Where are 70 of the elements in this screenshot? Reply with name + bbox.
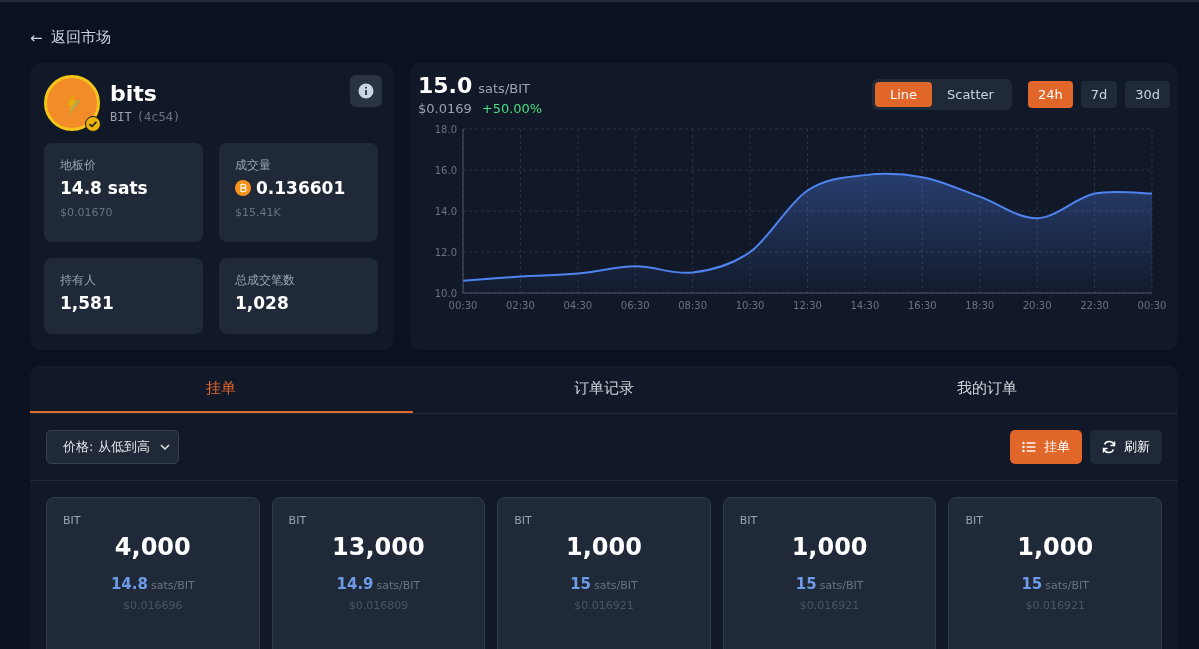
axis-label: 14:30 <box>850 300 880 311</box>
token-id: (4c54) <box>136 110 181 124</box>
axis-label: 22:30 <box>1080 300 1109 311</box>
listing-amount: 13,000 <box>332 533 425 561</box>
listing-amount: 1,000 <box>791 533 868 561</box>
refresh-button[interactable]: 刷新 <box>1090 430 1162 464</box>
axis-label: 18.0 <box>434 124 457 135</box>
axis-label: 08:30 <box>678 300 708 311</box>
price-change: +50.00% <box>481 101 543 116</box>
chart-mode-button[interactable]: Scatter <box>932 82 1009 107</box>
stat-label: 持有人 <box>60 272 97 289</box>
listing-unit: sats/BIT <box>819 579 864 592</box>
listing-ticker: BIT <box>965 514 983 527</box>
stat-label: 地板价 <box>60 157 97 174</box>
listing-price: 15 <box>795 575 817 593</box>
axis-label: 00:30 <box>448 300 478 311</box>
chevron-down-icon <box>159 444 170 450</box>
token-name: bits <box>110 81 158 106</box>
axis-label: 12.0 <box>434 247 457 258</box>
listing-amount: 1,000 <box>566 533 642 561</box>
bitcoin-icon <box>235 180 251 196</box>
axis-label: 16.0 <box>434 165 457 176</box>
tab[interactable]: 挂单 <box>30 366 413 413</box>
listing-ticker: BIT <box>514 514 532 527</box>
sort-select[interactable]: 价格: 从低到高 <box>46 430 179 464</box>
listing-unit: sats/BIT <box>594 579 638 592</box>
stat-value: 0.136601 <box>256 178 346 198</box>
info-icon <box>358 83 374 99</box>
info-button[interactable] <box>350 75 382 107</box>
axis-label: 00:30 <box>1137 300 1167 311</box>
list-icon <box>1022 441 1036 453</box>
stat-label: 总成交笔数 <box>235 272 296 289</box>
listing-price: 14.9 <box>336 575 374 593</box>
price-unit: sats/BIT <box>478 81 530 96</box>
stat-value: 1,581 <box>60 293 114 313</box>
listing-ticker: BIT <box>739 514 758 527</box>
axis-label: 18:30 <box>965 300 995 311</box>
stat-label: 成交量 <box>235 157 272 174</box>
axis-label: 04:30 <box>563 300 593 311</box>
listing-amount: 1,000 <box>1017 533 1094 561</box>
axis-label: 12:30 <box>793 300 822 311</box>
listing-price: 15 <box>570 575 592 593</box>
tab[interactable]: 我的订单 <box>795 366 1178 413</box>
listing-unit: sats/BIT <box>1045 579 1089 592</box>
stat-value: 14.8 sats <box>60 178 148 198</box>
axis-label: 10.0 <box>434 288 457 299</box>
refresh-icon <box>1102 440 1116 454</box>
range-button[interactable]: 30d <box>1125 81 1170 108</box>
axis-label: 16:30 <box>907 300 937 311</box>
listing-ticker: BIT <box>63 514 81 527</box>
tab[interactable]: 订单记录 <box>412 366 796 413</box>
listing-amount: 4,000 <box>114 533 191 561</box>
token-ticker: BIT <box>110 110 132 124</box>
listing-ticker: BIT <box>288 514 307 527</box>
stat-value: 1,028 <box>235 293 289 313</box>
axis-label: 06:30 <box>620 300 650 311</box>
axis-label: 20:30 <box>1022 300 1052 311</box>
listing-price: 15 <box>1021 575 1043 593</box>
stat-usd: $15.41K <box>235 206 282 219</box>
axis-label: 02:30 <box>506 300 535 311</box>
axis-label: 10:30 <box>735 300 765 311</box>
price-usd: $0.0169 <box>418 101 472 116</box>
listing-price: 14.8 <box>110 575 148 593</box>
axis-label: 14.0 <box>434 206 457 217</box>
stat-usd: $0.01670 <box>60 206 114 219</box>
listing-unit: sats/BIT <box>376 579 421 592</box>
current-price: 15.0 <box>418 73 473 98</box>
listing-unit: sats/BIT <box>150 579 195 592</box>
range-button[interactable]: 7d <box>1080 81 1118 108</box>
back-link[interactable]: ← 返回市场 <box>30 28 111 47</box>
